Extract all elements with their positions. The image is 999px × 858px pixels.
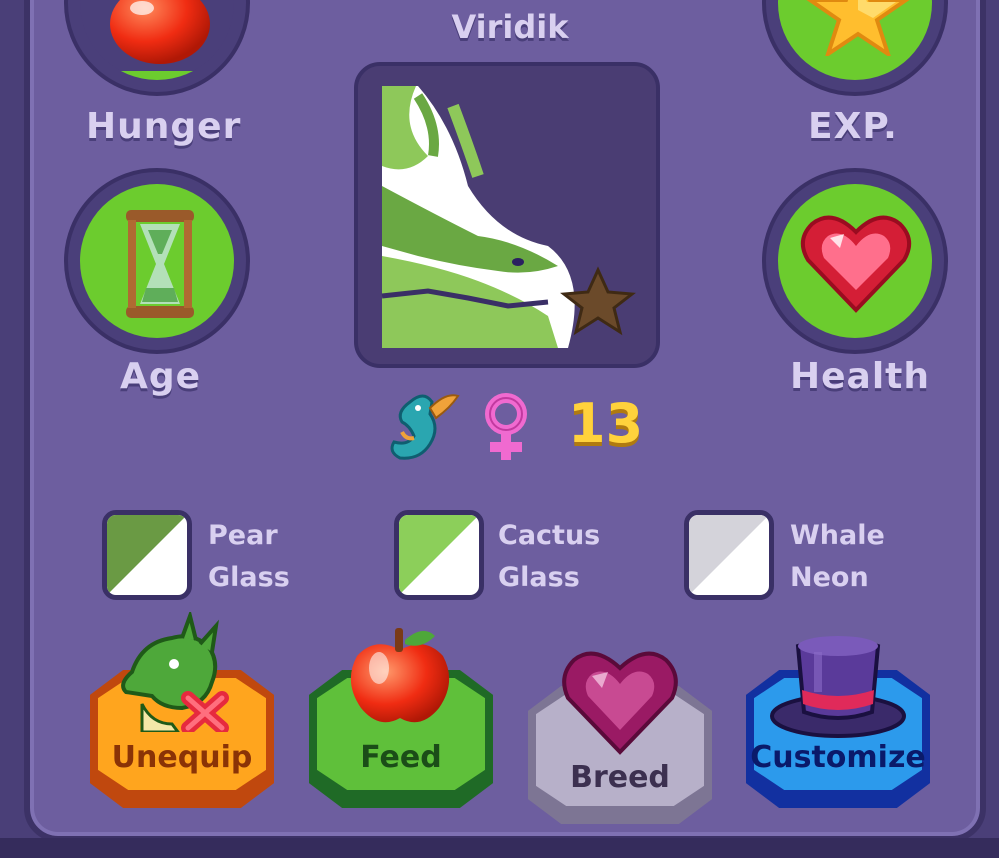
secondary-color-swatch[interactable] xyxy=(394,510,484,600)
primary-color-label: Pear Glass xyxy=(208,515,290,599)
swatch-fill xyxy=(689,515,769,595)
health-meter[interactable] xyxy=(762,168,948,354)
feed-label: Feed xyxy=(360,740,442,775)
heart-icon xyxy=(800,215,912,313)
feed-button[interactable]: Feed xyxy=(309,628,493,808)
panel-bottom-edge xyxy=(0,838,999,858)
breed-label: Breed xyxy=(570,760,670,795)
age-meter[interactable] xyxy=(64,168,250,354)
unequip-button[interactable]: Unequip xyxy=(90,612,274,808)
health-label: Health xyxy=(790,356,931,397)
female-icon xyxy=(485,393,527,460)
primary-color-name: Pear xyxy=(208,520,278,551)
dragon-portrait xyxy=(358,66,656,364)
tertiary-color-name: Whale xyxy=(790,520,885,551)
heart-gem-icon xyxy=(562,651,678,755)
unequip-label: Unequip xyxy=(111,740,253,775)
pet-portrait[interactable] xyxy=(354,62,660,368)
age-label: Age xyxy=(120,356,202,397)
hunger-label: Hunger xyxy=(86,106,242,147)
primary-color-finish: Glass xyxy=(208,562,290,593)
pet-level: 13 xyxy=(568,392,644,455)
swatch-fill xyxy=(399,515,479,595)
tertiary-color-label: Whale Neon xyxy=(790,515,885,599)
apple-icon xyxy=(350,628,450,723)
customize-label: Customize xyxy=(750,740,926,775)
secondary-color-finish: Glass xyxy=(498,562,580,593)
top-hat-icon xyxy=(770,636,906,738)
pet-name: Viridik xyxy=(451,8,569,46)
secondary-color-label: Cactus Glass xyxy=(498,515,600,599)
star-icon xyxy=(806,0,910,56)
tertiary-color-finish: Neon xyxy=(790,562,869,593)
dragon-unequip-icon xyxy=(121,612,229,732)
apple-icon xyxy=(110,0,210,64)
customize-button[interactable]: Customize xyxy=(746,636,930,808)
primary-color-swatch[interactable] xyxy=(102,510,192,600)
hourglass-icon xyxy=(126,210,194,318)
exp-label: EXP. xyxy=(808,106,898,147)
tertiary-color-swatch[interactable] xyxy=(684,510,774,600)
dragon-icon xyxy=(390,394,460,460)
secondary-color-name: Cactus xyxy=(498,520,601,551)
breed-button[interactable]: Breed xyxy=(528,651,712,824)
swatch-fill xyxy=(107,515,187,595)
